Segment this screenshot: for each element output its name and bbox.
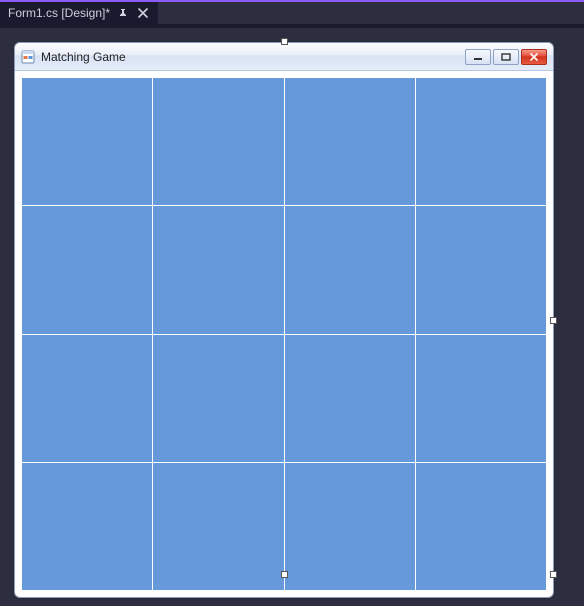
form-client-area	[15, 71, 553, 597]
minimize-button[interactable]	[465, 49, 491, 65]
form-app-icon	[21, 50, 35, 64]
resize-handle-top[interactable]	[281, 38, 288, 45]
document-tab-form1[interactable]: Form1.cs [Design]*	[0, 2, 158, 24]
grid-cell[interactable]	[153, 335, 283, 462]
resize-handle-bottom-right[interactable]	[550, 571, 557, 578]
grid-cell[interactable]	[22, 206, 152, 333]
grid-cell[interactable]	[285, 335, 415, 462]
grid-cell[interactable]	[416, 463, 546, 590]
designed-form-window[interactable]: Matching Game	[14, 42, 554, 598]
grid-cell[interactable]	[285, 463, 415, 590]
grid-cell[interactable]	[285, 206, 415, 333]
form-title: Matching Game	[41, 50, 459, 64]
pin-icon[interactable]	[118, 8, 128, 18]
resize-handle-bottom[interactable]	[281, 571, 288, 578]
form-titlebar: Matching Game	[15, 43, 553, 71]
tab-label: Form1.cs [Design]*	[8, 6, 110, 20]
grid-cell[interactable]	[416, 206, 546, 333]
document-tabbar: Form1.cs [Design]*	[0, 2, 584, 24]
grid-cell[interactable]	[285, 78, 415, 205]
window-controls	[465, 49, 547, 65]
grid-cell[interactable]	[22, 335, 152, 462]
grid-cell[interactable]	[153, 463, 283, 590]
grid-cell[interactable]	[153, 206, 283, 333]
close-button[interactable]	[521, 49, 547, 65]
grid-cell[interactable]	[416, 78, 546, 205]
maximize-button[interactable]	[493, 49, 519, 65]
table-layout-panel[interactable]	[21, 77, 547, 591]
grid-cell[interactable]	[416, 335, 546, 462]
designer-surface[interactable]: Matching Game	[0, 28, 584, 606]
resize-handle-right[interactable]	[550, 317, 557, 324]
grid-cell[interactable]	[22, 463, 152, 590]
grid-cell[interactable]	[153, 78, 283, 205]
grid-cell[interactable]	[22, 78, 152, 205]
close-icon[interactable]	[136, 6, 150, 20]
